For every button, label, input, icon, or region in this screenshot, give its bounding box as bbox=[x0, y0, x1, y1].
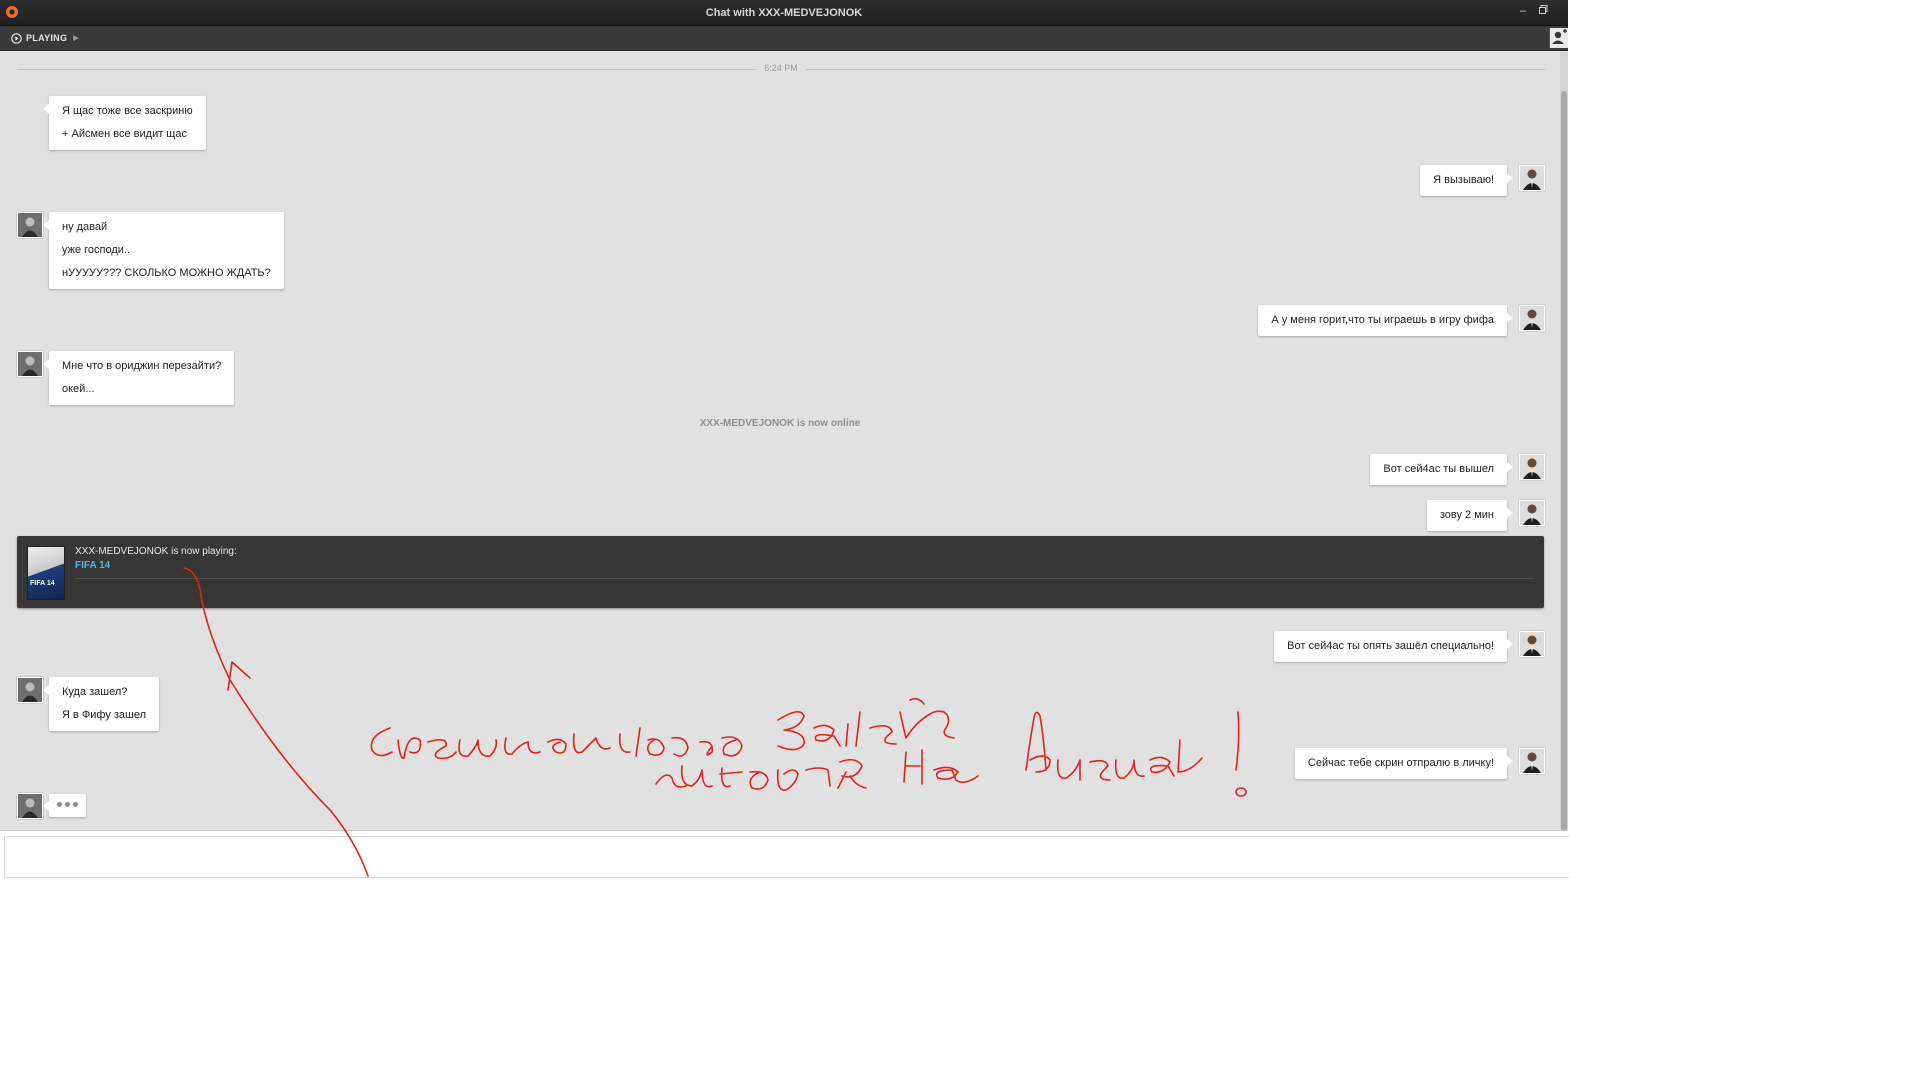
own-avatar[interactable] bbox=[1519, 305, 1545, 331]
message-text: А у меня горит,что ты играешь в игру фиф… bbox=[1271, 314, 1494, 326]
add-friend-button[interactable] bbox=[1549, 28, 1568, 48]
message-bubble-outgoing: А у меня горит,что ты играешь в игру фиф… bbox=[1258, 305, 1513, 336]
game-cover-label: FIFA 14 bbox=[30, 580, 55, 587]
message-bubble-outgoing: Вот сей4ас ты опять зашёл специально! bbox=[1274, 631, 1513, 662]
message-text: Я в Фифу зашел bbox=[62, 709, 147, 721]
now-playing-card: FIFA 14 XXX-MEDVEJONOK is now playing: F… bbox=[17, 536, 1544, 608]
game-cover-image[interactable]: FIFA 14 bbox=[27, 546, 65, 600]
message-text: Я щас тоже все заскриню bbox=[62, 105, 193, 117]
contact-avatar[interactable] bbox=[17, 793, 43, 819]
message-text: уже господи.. bbox=[62, 244, 131, 256]
message-text: Сейчас тебе скрин отпралю в личку! bbox=[1307, 757, 1494, 769]
message-text: + Айсмен все видит щас bbox=[62, 128, 187, 140]
message-input[interactable] bbox=[4, 836, 1569, 878]
contact-avatar[interactable] bbox=[17, 677, 43, 703]
time-separator: 6:24 PM bbox=[17, 63, 1545, 73]
window-title: Chat with XXX-MEDVEJONOK bbox=[705, 7, 863, 19]
message-bubble-outgoing: зову 2 мин bbox=[1426, 500, 1514, 531]
message-text: Вот сей4ас ты вышел bbox=[1383, 463, 1494, 475]
own-avatar[interactable] bbox=[1519, 500, 1545, 526]
message-text: Вот сей4ас ты опять зашёл специально! bbox=[1287, 640, 1494, 652]
online-status-notice: XXX-MEDVEJONOK is now online bbox=[699, 418, 861, 429]
caret-right-icon: ▶ bbox=[73, 35, 79, 42]
title-bar: Chat with XXX-MEDVEJONOK – bbox=[0, 0, 1568, 26]
contact-avatar[interactable] bbox=[17, 212, 43, 238]
message-input-area bbox=[0, 830, 1569, 880]
message-bubble-outgoing: Я вызываю! bbox=[1420, 165, 1513, 196]
message-bubble-incoming: Мне что в ориджин перезайти? окей... bbox=[42, 351, 235, 405]
message-text: Мне что в ориджин перезайти? bbox=[62, 360, 222, 372]
chat-scrollbar[interactable] bbox=[1560, 51, 1568, 831]
chat-toolbar: PLAYING ▶ bbox=[0, 26, 1568, 51]
now-playing-text: XXX-MEDVEJONOK is now playing: bbox=[75, 546, 237, 557]
message-bubble-outgoing: Вот сей4ас ты вышел bbox=[1370, 454, 1513, 485]
own-avatar[interactable] bbox=[1519, 454, 1545, 480]
message-bubble-outgoing: Сейчас тебе скрин отпралю в личку! bbox=[1294, 748, 1514, 779]
message-text: зову 2 мин bbox=[1439, 509, 1494, 521]
chat-history[interactable]: 6:24 PM Я щас тоже все заскриню + Айсмен… bbox=[0, 51, 1560, 830]
playing-status-label: PLAYING bbox=[26, 33, 68, 43]
message-text: ну давай bbox=[62, 221, 108, 233]
restore-icon[interactable] bbox=[1536, 4, 1550, 18]
game-title-link[interactable]: FIFA 14 bbox=[75, 560, 110, 571]
message-text: окей... bbox=[62, 383, 95, 395]
play-circle-icon bbox=[11, 32, 22, 44]
message-text: Куда зашел? bbox=[62, 686, 128, 698]
typing-indicator bbox=[43, 794, 86, 817]
typing-dots-icon bbox=[57, 802, 78, 807]
contact-avatar[interactable] bbox=[17, 351, 43, 377]
playing-status-button[interactable]: PLAYING ▶ bbox=[11, 32, 79, 44]
own-avatar[interactable] bbox=[1519, 748, 1545, 774]
scrollbar-thumb[interactable] bbox=[1561, 91, 1567, 831]
message-bubble-incoming: Куда зашел? Я в Фифу зашел bbox=[42, 677, 160, 731]
message-bubble-incoming: Я щас тоже все заскриню + Айсмен все вид… bbox=[43, 96, 206, 150]
own-avatar[interactable] bbox=[1519, 165, 1545, 191]
minimize-icon[interactable]: – bbox=[1516, 4, 1530, 18]
message-bubble-incoming: ну давай уже господи.. нУУУУУ??? СКОЛЬКО… bbox=[43, 212, 284, 289]
time-separator-label: 6:24 PM bbox=[756, 63, 806, 73]
card-divider bbox=[75, 578, 1534, 579]
message-text: нУУУУУ??? СКОЛЬКО МОЖНО ЖДАТЬ? bbox=[62, 267, 271, 279]
own-avatar[interactable] bbox=[1519, 631, 1545, 657]
message-text: Я вызываю! bbox=[1433, 174, 1494, 186]
add-friend-icon bbox=[1552, 29, 1567, 44]
